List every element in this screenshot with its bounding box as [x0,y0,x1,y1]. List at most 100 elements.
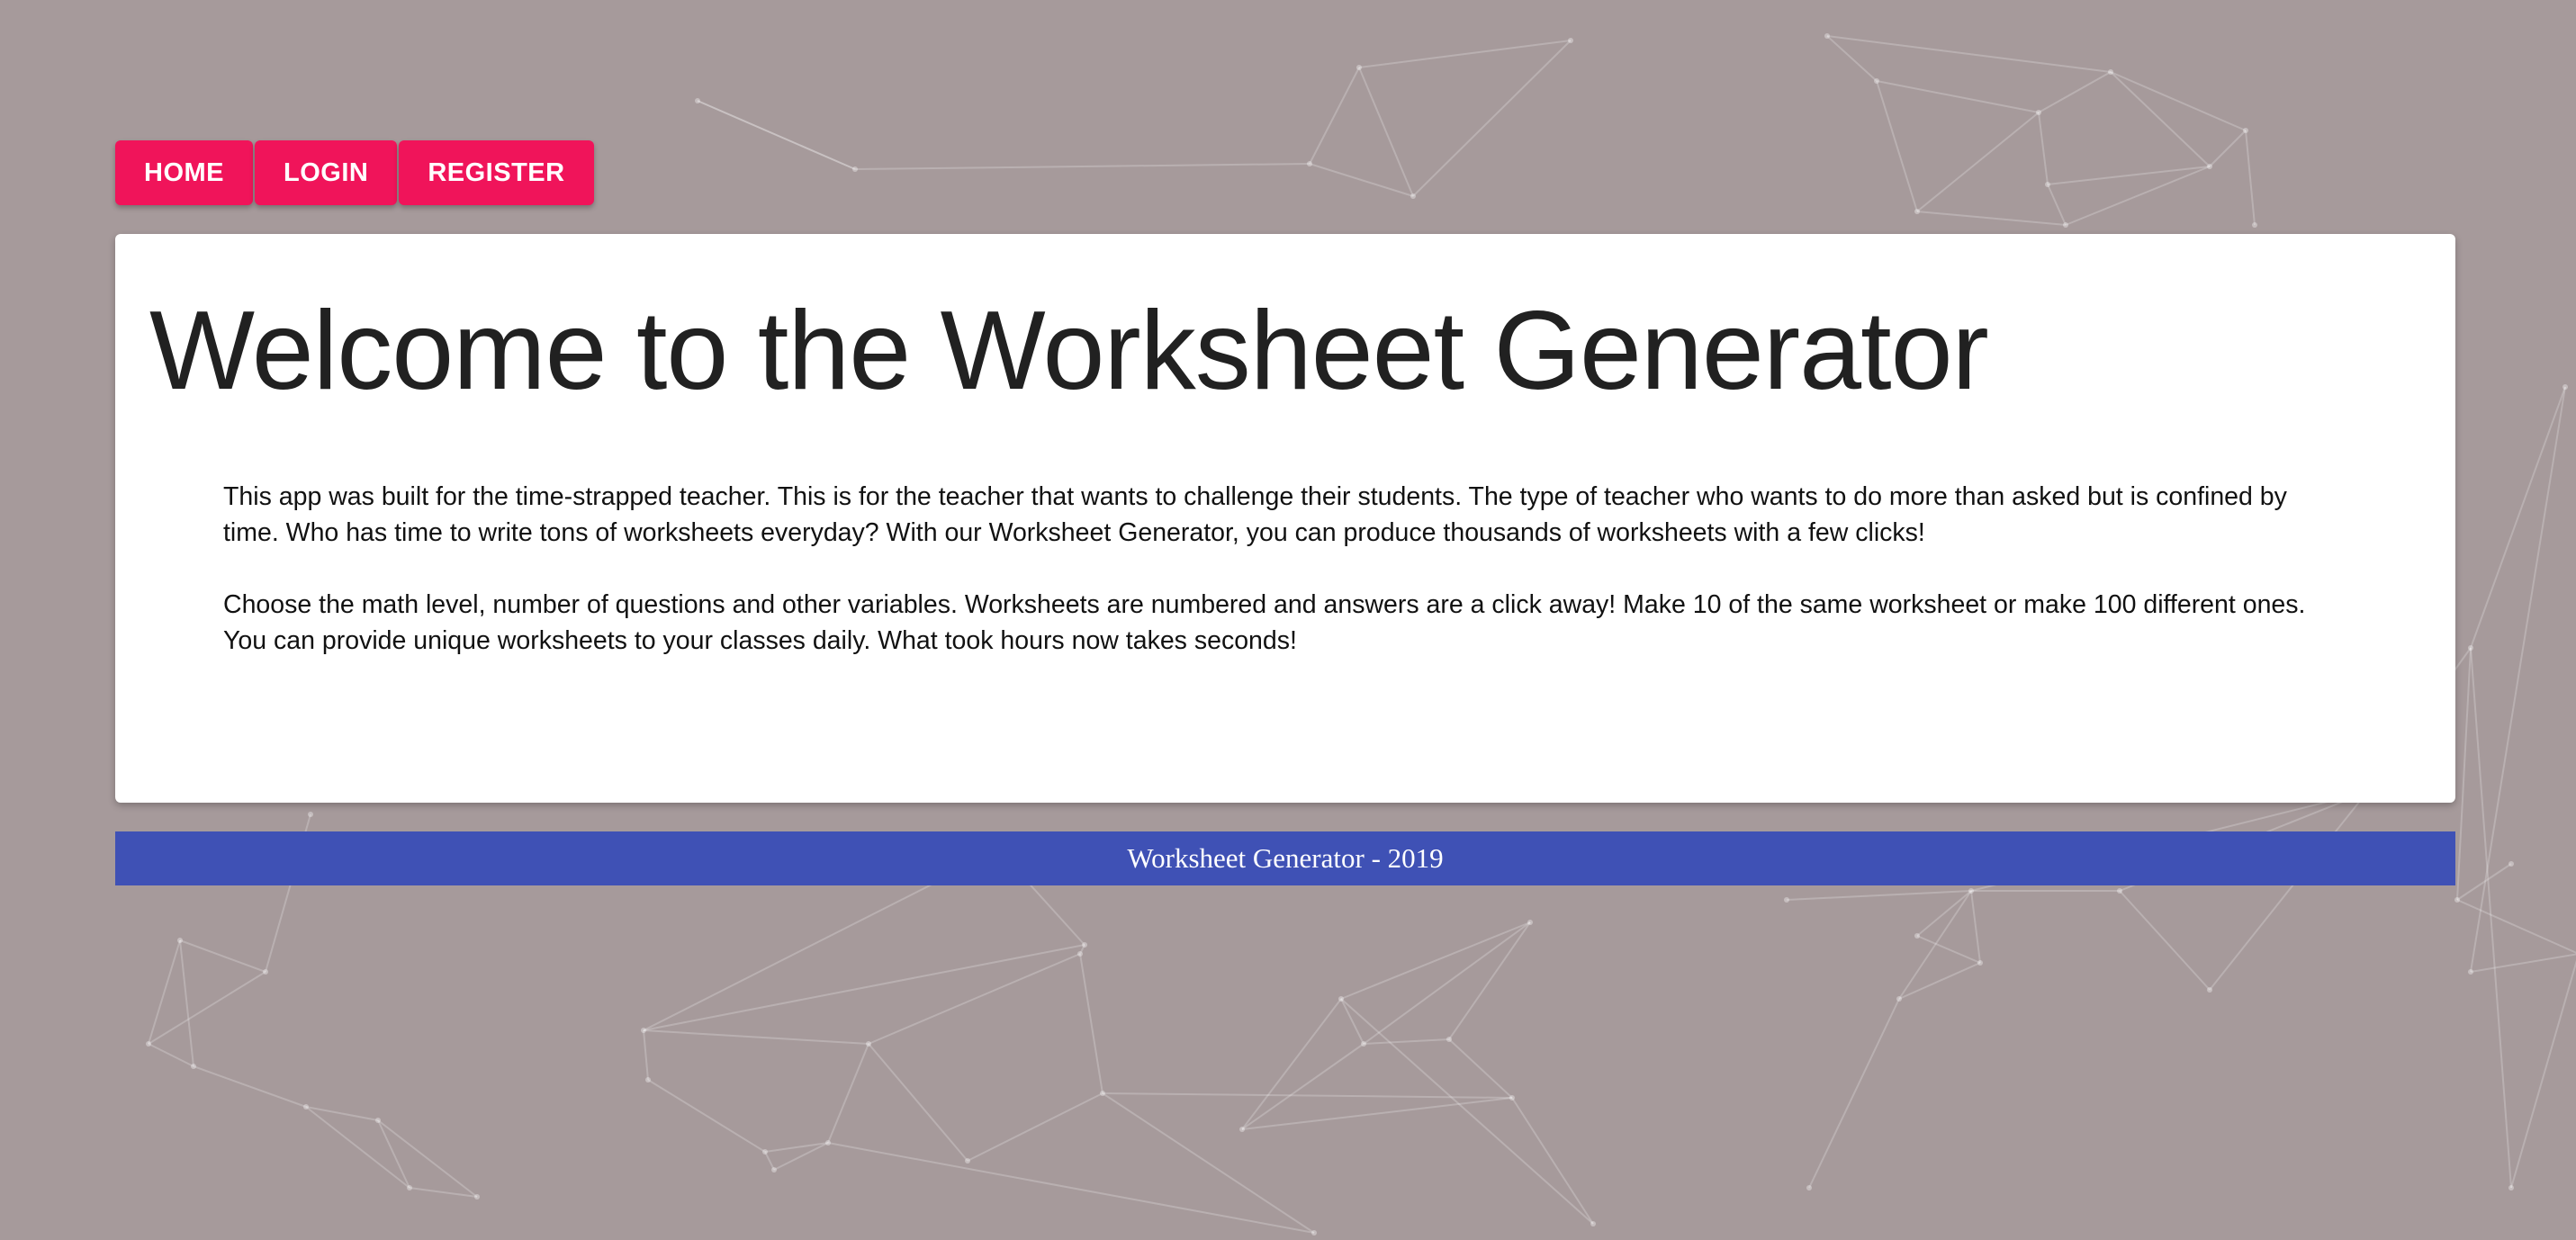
network-node [2508,1185,2514,1191]
network-node [645,1077,651,1083]
network-line [1241,998,1342,1130]
network-node [2063,222,2068,228]
network-line [179,939,266,973]
network-line [643,1029,649,1081]
network-node [1824,33,1830,39]
network-node [1914,933,1920,939]
intro-paragraph-2: Choose the math level, number of questio… [223,590,2306,655]
register-button[interactable]: REGISTER [399,140,594,205]
network-line [1916,890,1972,937]
network-line [1241,1097,1513,1130]
network-line [643,944,1085,1031]
network-node [2117,888,2122,894]
footer-text: Worksheet Generator - 2019 [1127,842,1444,874]
network-line [377,1119,478,1198]
network-node [407,1185,412,1191]
network-line [1079,953,1103,1094]
network-line [2038,71,2112,113]
network-node [641,1028,646,1033]
network-line [2470,647,2512,1189]
network-node [771,1167,777,1173]
page-footer: Worksheet Generator - 2019 [115,831,2455,885]
network-line [2245,130,2256,226]
network-line [868,1043,968,1162]
network-node [852,166,858,172]
network-node [1100,1091,1105,1096]
network-line [1448,921,1531,1040]
network-line [2456,647,2472,901]
network-line [697,100,856,170]
network-line [1876,80,1918,212]
network-line [2209,791,2368,991]
network-line [827,1142,1315,1234]
network-line [2470,386,2566,649]
network-node [1239,1127,1245,1132]
network-node [2562,384,2568,390]
network-node [303,1104,309,1110]
network-line [1876,80,2040,113]
intro-text: This app was built for the time-strapped… [223,479,2347,695]
network-line [2470,953,2576,973]
network-node [1446,1037,1452,1042]
network-line [1102,1092,1315,1234]
network-line [1309,67,1360,165]
network-node [1806,1185,1812,1191]
network-node [1914,209,1920,214]
network-line [305,1106,410,1189]
network-node [1356,65,1362,70]
network-node [2243,128,2248,133]
network-line [1340,921,1531,1000]
network-line [643,1029,869,1045]
network-line [193,1065,307,1108]
network-node [1410,193,1416,199]
network-line [967,1092,1103,1162]
network-node [1509,1095,1515,1101]
network-node [2252,222,2257,228]
network-node [263,969,268,975]
network-line [305,1106,379,1121]
network-line [1358,40,1572,68]
network-line [2209,130,2247,167]
network-line [647,1079,766,1153]
network-node [965,1158,970,1164]
network-node [825,1140,831,1146]
login-button[interactable]: LOGIN [255,140,398,205]
network-line [1309,163,1414,197]
network-node [1896,996,1902,1002]
network-node [2207,987,2212,993]
top-nav: HOME LOGIN REGISTER [115,140,594,205]
network-line [1363,1038,1450,1045]
network-node [1077,951,1083,957]
network-line [1786,890,1972,901]
network-line [148,1043,194,1067]
network-node [866,1041,871,1047]
network-node [1784,897,1789,903]
network-line [377,1119,410,1189]
network-node [1568,38,1573,43]
network-line [1511,1097,1594,1225]
network-node [1307,161,1312,166]
network-line [1916,211,2067,226]
network-line [2038,112,2049,185]
intro-paragraph-1: This app was built for the time-strapped… [223,482,2287,547]
network-line [1916,112,2040,212]
network-line [1358,67,1414,197]
network-line [1412,40,1572,197]
network-line [868,953,1081,1045]
network-line [827,1043,869,1144]
network-node [2045,182,2050,187]
network-line [1448,1038,1513,1099]
home-button[interactable]: HOME [115,140,253,205]
network-node [2036,110,2041,115]
network-line [1826,35,2112,73]
network-node [1361,1041,1366,1047]
network-line [1808,998,1900,1189]
network-node [308,812,313,817]
network-line [2110,71,2211,167]
network-node [177,938,183,943]
network-line [2047,184,2067,226]
network-node [2454,897,2460,903]
network-node [146,1041,151,1047]
network-line [2110,71,2247,131]
network-node [1311,1230,1317,1236]
